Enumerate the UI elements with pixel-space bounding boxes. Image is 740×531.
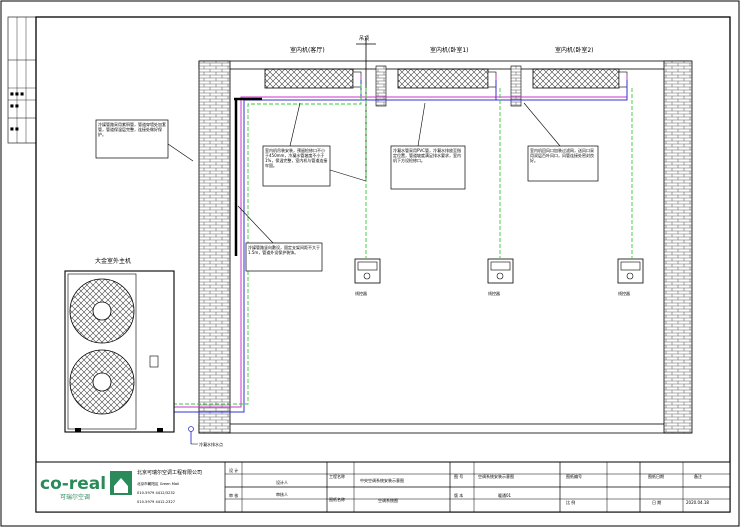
tb-c1: 设 计	[229, 467, 238, 473]
tb-c6: 中央空调系统安装示意图	[360, 477, 404, 483]
refrigerant-pipes	[174, 75, 628, 413]
tb-c13: 图纸编号	[566, 473, 582, 479]
callout-indoor-right: 室内机回风口加装过滤网，送风口采用双层百叶风口，风管连接处密封良好。	[523, 102, 599, 182]
wall-controller-3: 线控器	[617, 258, 644, 296]
wall-controller-1-label: 线控器	[355, 290, 367, 296]
company-phone: 010-5979 4412/3232	[137, 491, 175, 495]
callout-indoor-right-text: 室内机回风口加装过滤网，送风口采用双层百叶风口，风管连接处密封良好。	[530, 148, 594, 163]
logo-subtext: 可瑞尔空调	[60, 493, 90, 501]
outdoor-unit-label: 大金室外主机	[95, 257, 131, 265]
callout-outdoor-pipe-text: 冷媒管路采用紫铜管，管道穿墙处加套管，管道保温层完整，连接处做好保护。	[98, 122, 166, 137]
wall-controller-1: 线控器	[354, 258, 381, 296]
hvac-drawing-sheet: ■ ■ ■ ■ ■ ■ ■ 吊顶 室内机(客厅) 室内机(卧室1) 室内机(卧室…	[0, 0, 740, 527]
tb-c18: 备注	[694, 473, 702, 479]
logo-text: co-real	[40, 474, 106, 494]
tb-c4: 审核人	[276, 491, 288, 497]
callout-indoor-left-text: 室内机吊装安装，预留检修口不小于450mm，冷凝水管坡度不小于1%，保温完整，室…	[265, 148, 328, 168]
outdoor-unit: 大金室外主机	[64, 257, 175, 433]
indoor-unit-2-label: 室内机(卧室1)	[430, 46, 469, 54]
tb-c14: 比 例	[566, 499, 575, 505]
tb-c16: 日 期	[652, 499, 661, 505]
company-address: 北京市朝阳区 Green Mall	[137, 481, 179, 486]
top-marker-label: 吊顶	[359, 36, 369, 42]
tb-c11: 版 本	[454, 492, 463, 498]
wall-controller-2: 线控器	[487, 258, 514, 296]
callout-indoor-mid-text: 冷凝水管采用PVC管，冷凝水排放至指定位置，管道坡度满足排水要求，室内机下方设检…	[393, 148, 461, 163]
left-brick-wall	[198, 60, 231, 434]
tb-c2: 审 核	[229, 492, 238, 498]
tb-c10: 空调系统安装示意图	[478, 473, 514, 479]
callout-riser-text: 冷媒管路竖向敷设，固定支架间距不大于1.5m，管道外设保护装饰。	[248, 245, 320, 255]
wall-controller-2-label: 线控器	[488, 290, 500, 296]
indoor-unit-3-label: 室内机(卧室2)	[555, 46, 594, 54]
floor-slab	[198, 423, 692, 434]
ceiling-slab	[198, 60, 692, 70]
tb-c8: 空调系统图	[378, 497, 398, 503]
svg-text:■ ■: ■ ■	[10, 103, 19, 108]
drawing-canvas: ■ ■ ■ ■ ■ ■ ■ 吊顶 室内机(客厅) 室内机(卧室1) 室内机(卧室…	[0, 0, 740, 527]
tb-c5: 工程名称	[329, 473, 345, 479]
company-fax: 010-5979 4412-2327	[137, 500, 175, 504]
callout-indoor-left: 室内机吊装安装，预留检修口不小于450mm，冷凝水管坡度不小于1%，保温完整，室…	[262, 102, 367, 187]
callout-riser: 冷媒管路竖向敷设，固定支架间距不大于1.5m，管道外设保护装饰。	[237, 205, 323, 272]
tb-c17: 2020.04.18	[686, 500, 709, 505]
tb-c9: 图 号	[454, 473, 463, 479]
tb-c3: 设计人	[276, 479, 288, 485]
callout-outdoor-pipe: 冷媒管路采用紫铜管，管道穿墙处加套管，管道保温层完整，连接处做好保护。	[95, 119, 194, 162]
tb-c15: 图纸日期	[648, 473, 664, 479]
right-brick-wall	[663, 60, 693, 434]
company-name: 北京可瑞尔空调工程有限公司	[137, 469, 202, 476]
indoor-unit-1-label: 室内机(客厅)	[290, 46, 325, 54]
revision-strip: ■ ■ ■ ■ ■ ■ ■	[7, 16, 37, 144]
tb-c7: 图纸名称	[329, 496, 345, 502]
title-block: co-real 可瑞尔空调 北京可瑞尔空调工程有限公司 北京市朝阳区 Green…	[35, 461, 731, 513]
wall-controller-3-label: 线控器	[618, 290, 630, 296]
callout-indoor-mid: 冷凝水管采用PVC管，冷凝水排放至指定位置，管道坡度满足排水要求，室内机下方设检…	[390, 102, 466, 190]
drain-point-label: 冷凝水排水点	[199, 441, 223, 447]
tb-c12: 暖通01	[498, 492, 512, 498]
svg-text:■ ■ ■: ■ ■ ■	[10, 91, 24, 96]
svg-text:■ ■: ■ ■	[10, 126, 19, 131]
